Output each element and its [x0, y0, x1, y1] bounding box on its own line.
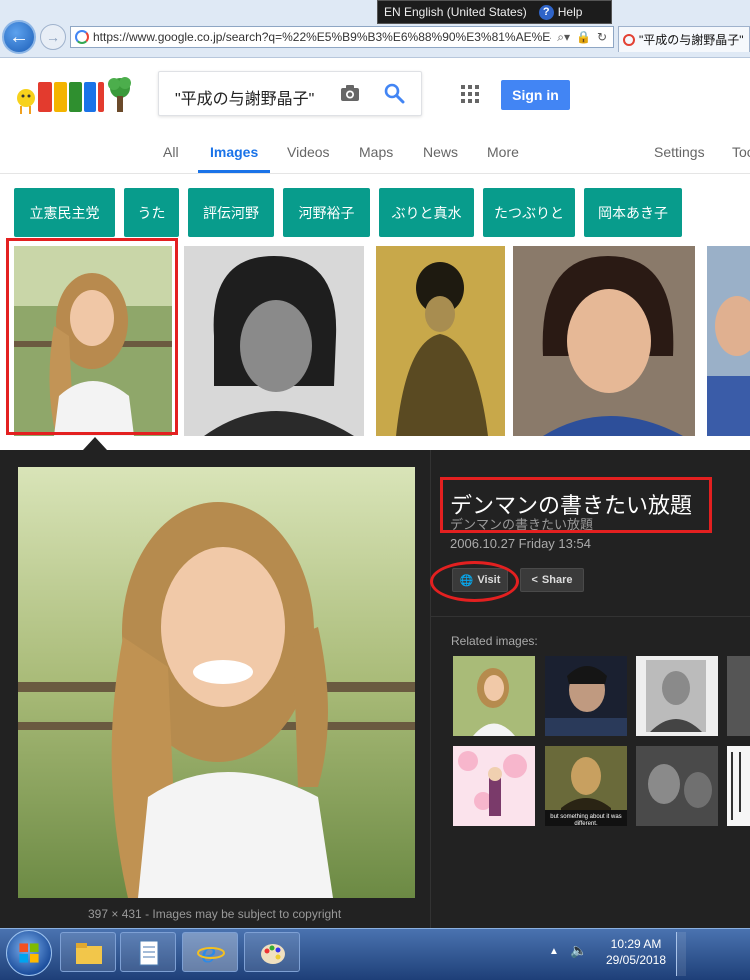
- help-label: Help: [557, 5, 583, 19]
- image-dimensions: 397 × 431: [88, 907, 142, 921]
- chip-related-search[interactable]: 河野裕子: [283, 188, 370, 237]
- chip-related-search[interactable]: 岡本あき子: [584, 188, 682, 237]
- caption-separator: -: [145, 907, 150, 921]
- clock-date: 29/05/2018: [605, 953, 667, 967]
- clock-time: 10:29 AM: [610, 937, 662, 951]
- google-tab-icon: [623, 33, 635, 46]
- search-query[interactable]: "平成の与謝野晶子": [175, 85, 314, 109]
- related-images-label: Related images:: [451, 634, 538, 648]
- share-label: Share: [541, 574, 573, 586]
- search-tabs: All Images Videos Maps News More Setting…: [0, 134, 750, 174]
- forward-arrow-icon: →: [46, 29, 60, 45]
- address-bar[interactable]: https://www.google.co.jp/search?q=%22%E5…: [70, 26, 614, 48]
- start-button[interactable]: [6, 930, 52, 976]
- tray-expand-icon[interactable]: ▲: [549, 946, 559, 957]
- related-image-text-partial[interactable]: [727, 746, 750, 826]
- help-button[interactable]: ? Help: [538, 4, 583, 20]
- preview-pointer: [83, 437, 107, 450]
- show-desktop-button[interactable]: [676, 932, 686, 976]
- related-image-elderly-man[interactable]: [636, 656, 718, 736]
- visit-highlight: [430, 561, 519, 602]
- related-image-caption: but something about it was different.: [550, 814, 622, 827]
- share-icon: <: [531, 574, 538, 586]
- search-icon[interactable]: [383, 82, 405, 104]
- taskbar-notepad-button[interactable]: [120, 932, 176, 972]
- panel-divider: [430, 450, 431, 928]
- image-result-kimono[interactable]: [376, 246, 505, 436]
- notepad-icon: [139, 940, 159, 966]
- camera-icon[interactable]: [340, 84, 360, 102]
- related-image-partial[interactable]: [727, 656, 750, 736]
- system-clock[interactable]: 10:29 AM 29/05/2018: [596, 936, 676, 968]
- volume-icon[interactable]: 🔈: [570, 942, 587, 959]
- selected-image-highlight: [6, 238, 178, 435]
- share-button[interactable]: < Share: [520, 568, 584, 592]
- copyright-notice: Images may be subject to copyright: [152, 907, 342, 921]
- taskbar-paint-button[interactable]: [244, 932, 300, 972]
- taskbar-explorer-button[interactable]: [60, 932, 116, 972]
- google-favicon-icon: [75, 30, 89, 44]
- tab-title: "平成の与謝野晶子": [639, 33, 744, 47]
- chip-related-search[interactable]: 評伝河野: [188, 188, 274, 237]
- apps-grid-icon[interactable]: [461, 85, 479, 103]
- active-tab-indicator: [198, 170, 270, 173]
- image-result-partial[interactable]: [707, 246, 750, 436]
- back-arrow-icon: ←: [9, 25, 29, 48]
- related-image-man[interactable]: [545, 656, 627, 736]
- image-result-portrait-bw[interactable]: [184, 246, 364, 436]
- tab-more[interactable]: More: [487, 144, 519, 160]
- paint-palette-icon: [261, 944, 285, 964]
- back-button[interactable]: ←: [2, 20, 36, 54]
- title-highlight: [440, 477, 712, 533]
- preview-image-woman[interactable]: [18, 467, 415, 898]
- chip-related-search[interactable]: たつぶりと: [483, 188, 575, 237]
- sign-in-button[interactable]: Sign in: [501, 80, 570, 110]
- lock-icon[interactable]: 🔒: [576, 30, 591, 45]
- image-result-girl[interactable]: [513, 246, 695, 436]
- svg-text:e: e: [201, 939, 216, 967]
- taskbar-ie-button[interactable]: e: [182, 932, 238, 972]
- chip-related-search[interactable]: ぶりと真水: [379, 188, 474, 237]
- related-image-bw-faces[interactable]: [636, 746, 718, 826]
- refresh-icon[interactable]: ↻: [597, 30, 607, 45]
- tab-maps[interactable]: Maps: [359, 144, 393, 160]
- related-image-cherry-blossom[interactable]: [453, 746, 535, 826]
- help-icon: ?: [538, 4, 554, 20]
- folder-icon: [76, 943, 102, 964]
- internet-explorer-icon: e: [197, 939, 225, 967]
- related-image-woman[interactable]: [453, 656, 535, 736]
- tab-images[interactable]: Images: [210, 144, 258, 160]
- google-doodle-logo[interactable]: [14, 72, 132, 118]
- tab-all[interactable]: All: [163, 144, 179, 160]
- preview-date: 2006.10.27 Friday 13:54: [450, 536, 591, 551]
- tab-videos[interactable]: Videos: [287, 144, 330, 160]
- image-caption: 397 × 431 - Images may be subject to cop…: [88, 907, 341, 921]
- browser-tab[interactable]: "平成の与謝野晶子": [618, 26, 750, 52]
- language-label[interactable]: EN English (United States): [384, 5, 527, 19]
- language-bar[interactable]: EN English (United States) ? Help: [377, 0, 612, 24]
- address-url[interactable]: https://www.google.co.jp/search?q=%22%E5…: [93, 30, 551, 44]
- chip-related-search[interactable]: 立憲民主党: [14, 188, 115, 237]
- preview-separator: [431, 616, 750, 617]
- tab-settings[interactable]: Settings: [654, 144, 705, 160]
- tab-tools[interactable]: Tools: [732, 144, 750, 160]
- chip-related-search[interactable]: うた: [124, 188, 179, 237]
- search-dropdown-icon[interactable]: ⌕▾: [557, 30, 570, 45]
- forward-button[interactable]: →: [40, 24, 66, 50]
- tab-news[interactable]: News: [423, 144, 458, 160]
